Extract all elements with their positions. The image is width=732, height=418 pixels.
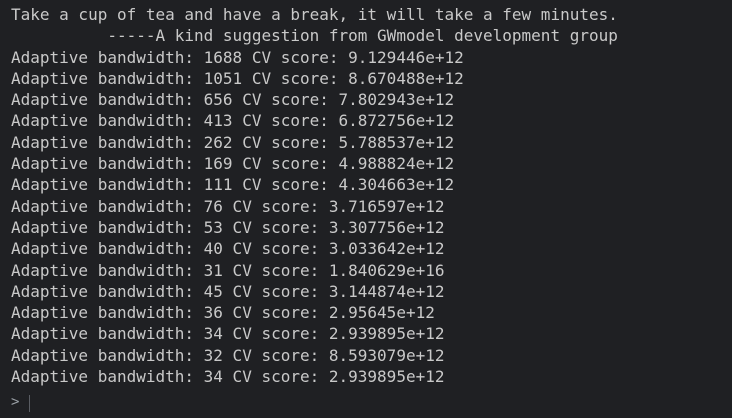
console-line-bandwidth: Adaptive bandwidth: 32 CV score: 8.59307… [11,345,445,365]
console-line-bandwidth: Adaptive bandwidth: 262 CV score: 5.7885… [11,132,455,152]
r-console-output[interactable]: Take a cup of tea and have a break, it w… [0,0,732,418]
console-line-bandwidth: Adaptive bandwidth: 169 CV score: 4.9888… [11,154,455,174]
console-line-bandwidth: Adaptive bandwidth: 76 CV score: 3.71659… [11,196,445,216]
console-line-bandwidth: Adaptive bandwidth: 1688 CV score: 9.129… [11,47,464,67]
console-line-bandwidth: Adaptive bandwidth: 53 CV score: 3.30775… [11,217,445,237]
console-line-bandwidth: Adaptive bandwidth: 31 CV score: 1.84062… [11,260,445,280]
console-line-bandwidth: Adaptive bandwidth: 34 CV score: 2.93989… [11,367,445,387]
console-line-bandwidth: Adaptive bandwidth: 656 CV score: 7.8029… [11,90,455,110]
console-line-bandwidth: Adaptive bandwidth: 34 CV score: 2.93989… [11,324,445,344]
console-line-bandwidth: Adaptive bandwidth: 111 CV score: 4.3046… [11,175,455,195]
console-line-bandwidth: Adaptive bandwidth: 40 CV score: 3.03364… [11,239,445,259]
console-line-bandwidth: Adaptive bandwidth: 36 CV score: 2.95645… [11,303,435,323]
console-input-row[interactable]: > [11,393,31,413]
console-line-bandwidth: Adaptive bandwidth: 1051 CV score: 8.670… [11,68,464,88]
text-cursor [29,394,31,412]
console-line-suggestion: -----A kind suggestion from GWmodel deve… [11,26,618,46]
prompt-symbol: > [11,394,20,411]
console-line-bandwidth: Adaptive bandwidth: 413 CV score: 6.8727… [11,111,455,131]
console-line-tea-message: Take a cup of tea and have a break, it w… [11,5,618,24]
console-line-bandwidth: Adaptive bandwidth: 45 CV score: 3.14487… [11,281,445,301]
